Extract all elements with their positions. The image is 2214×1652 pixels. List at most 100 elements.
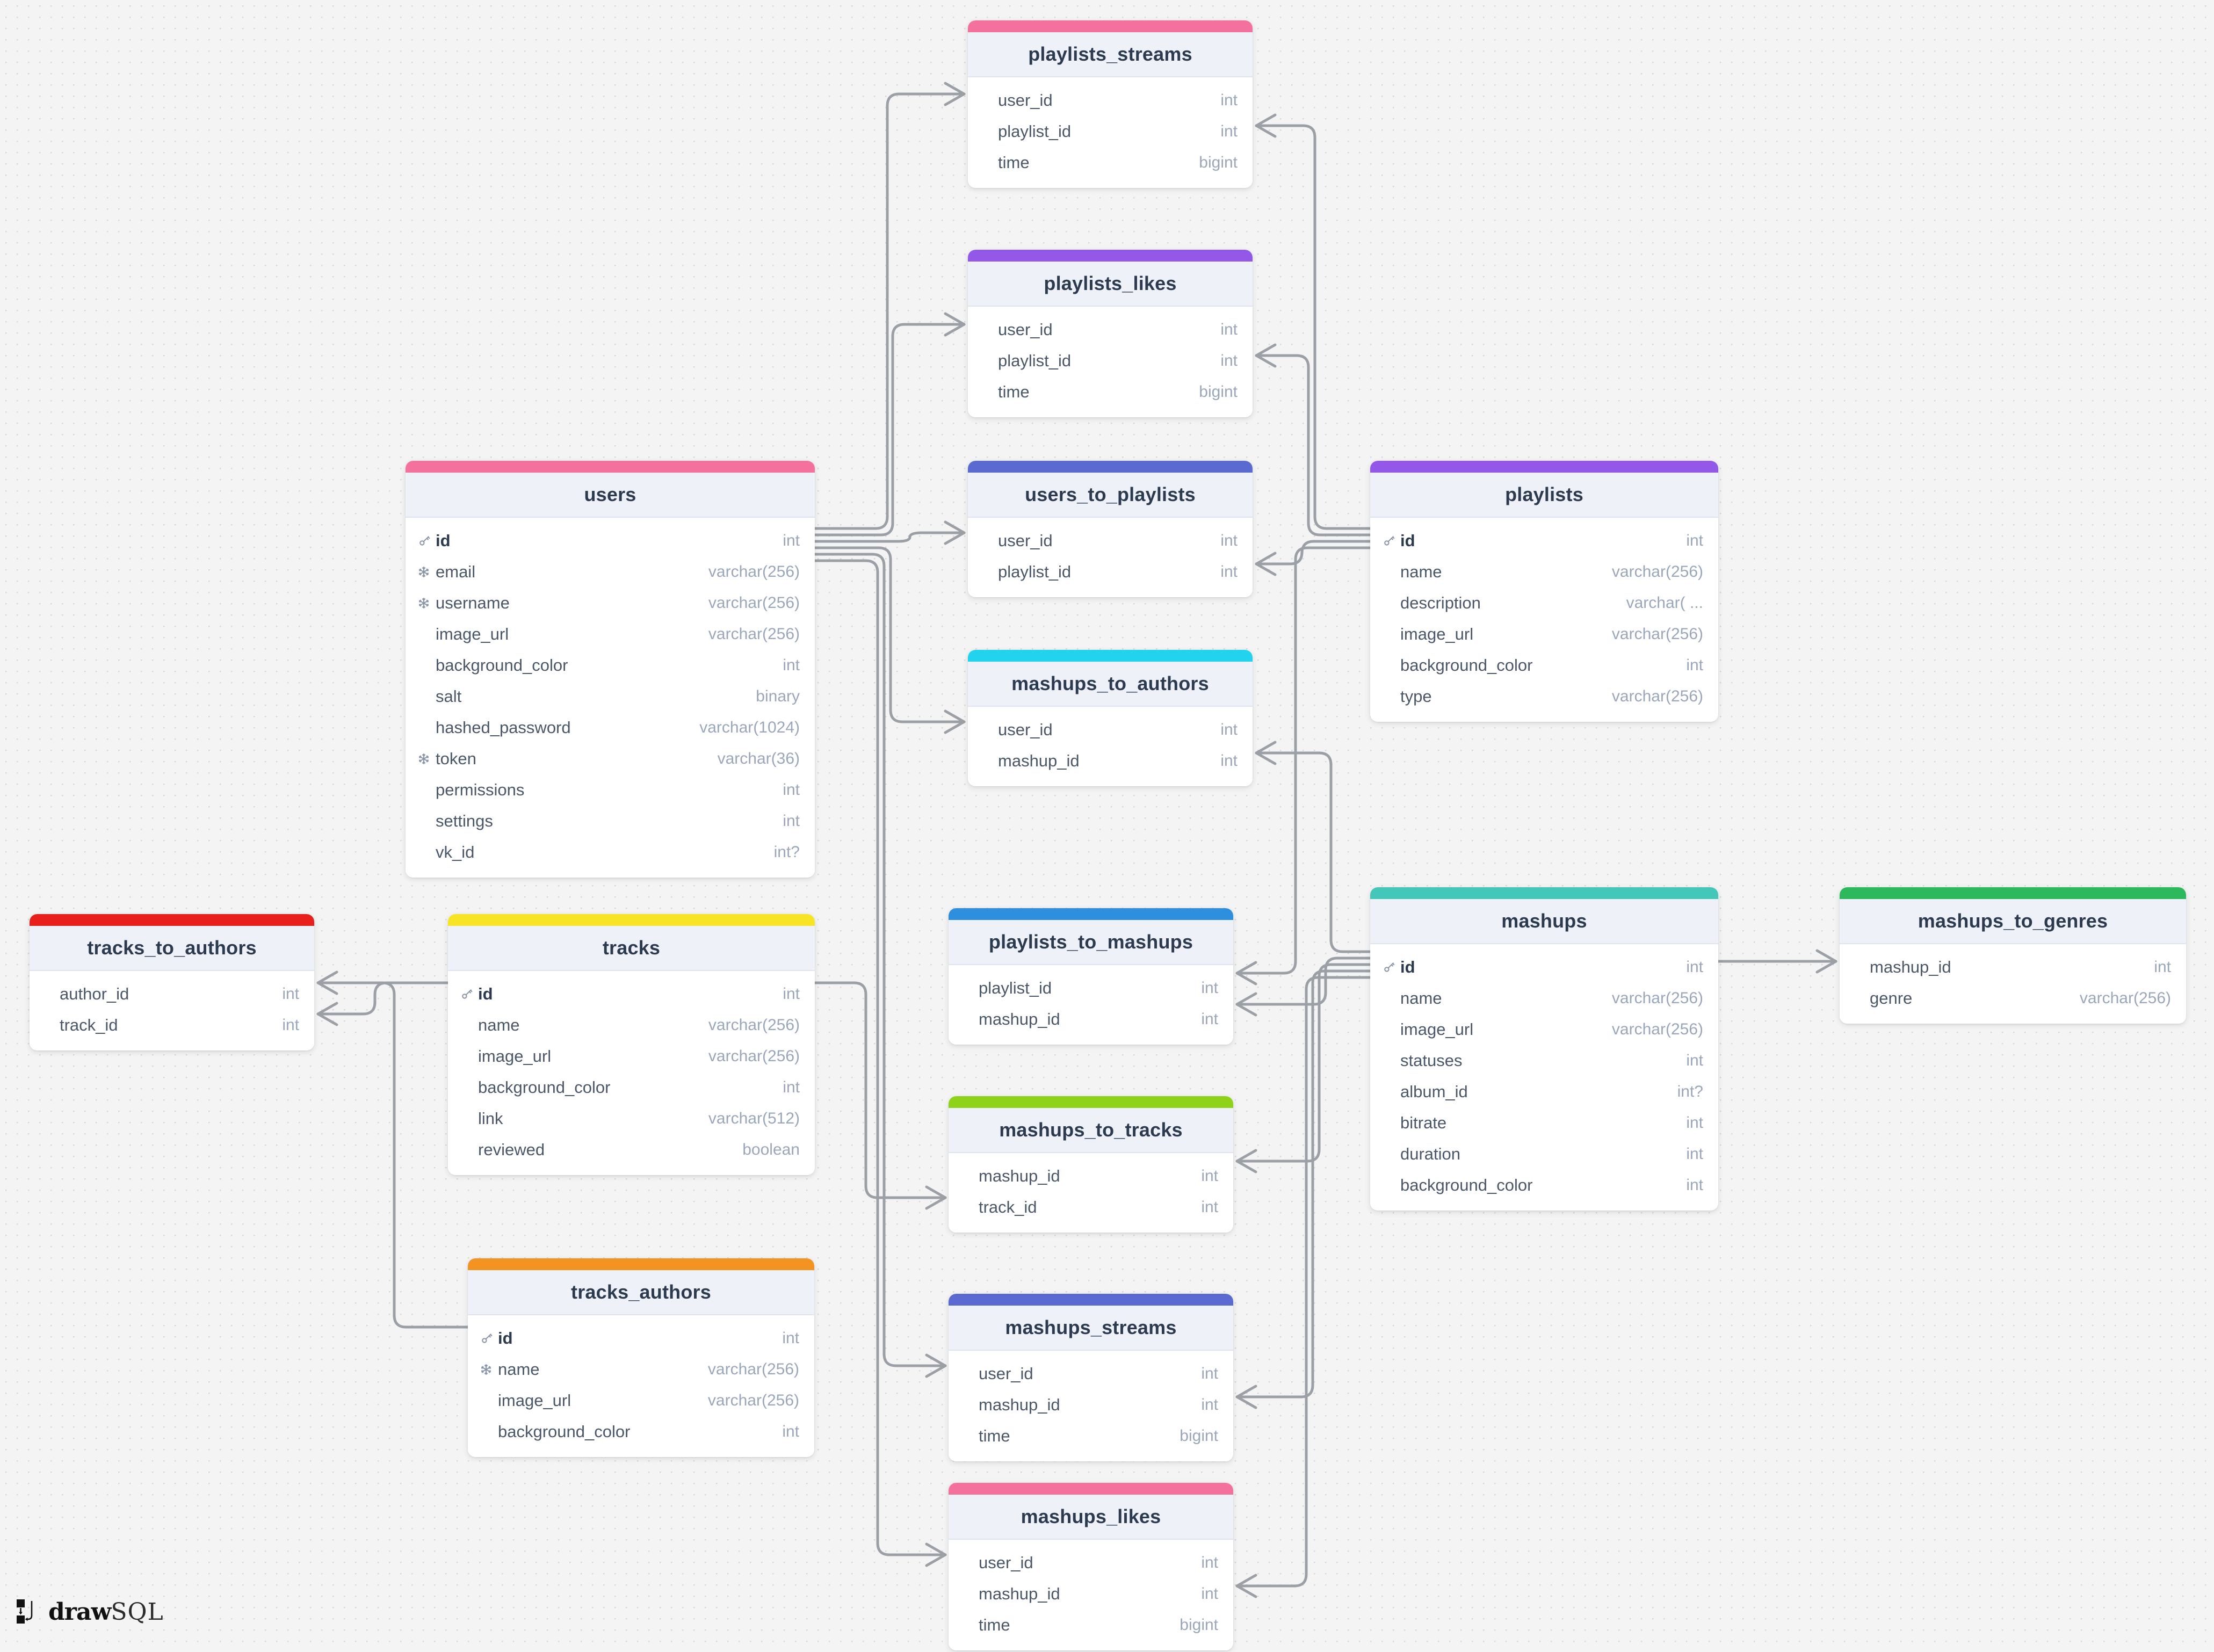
column-type: int (1201, 1365, 1218, 1382)
table-header[interactable]: mashups_to_genres (1840, 899, 2186, 944)
table-row[interactable]: id int (468, 1323, 814, 1354)
table-header[interactable]: playlists_likes (968, 262, 1253, 307)
table-tracks_to_authors[interactable]: tracks_to_authors author_id int track_id int (30, 914, 314, 1050)
table-header[interactable]: playlists_streams (968, 32, 1253, 77)
column-name: salt (436, 687, 462, 706)
table-row[interactable]: description varchar( ... (1370, 588, 1718, 619)
table-header[interactable]: mashups_to_tracks (949, 1108, 1233, 1153)
table-accent-bar (1840, 887, 2186, 899)
table-mashups_to_tracks[interactable]: mashups_to_tracks mashup_id int track_id int (949, 1096, 1233, 1233)
table-row[interactable]: time bigint (968, 147, 1253, 178)
table-row[interactable]: playlist_id int (949, 973, 1233, 1004)
table-row[interactable]: image_url varchar(256) (406, 619, 815, 650)
table-row[interactable]: genre varchar(256) (1840, 983, 2186, 1014)
table-playlists_streams[interactable]: playlists_streams user_id int playlist_id in… (968, 20, 1253, 188)
table-row[interactable]: author_id int (30, 979, 314, 1010)
table-row[interactable]: reviewed boolean (448, 1134, 815, 1165)
table-row[interactable]: image_url varchar(256) (468, 1385, 814, 1416)
table-row[interactable]: track_id int (30, 1010, 314, 1041)
table-header[interactable]: tracks_authors (468, 1270, 814, 1315)
column-name: image_url (436, 625, 509, 643)
table-row[interactable]: image_url varchar(256) (1370, 1014, 1718, 1045)
table-row[interactable]: user_id int (949, 1547, 1233, 1578)
table-row[interactable]: name varchar(256) (468, 1354, 814, 1385)
table-row[interactable]: name varchar(256) (1370, 983, 1718, 1014)
table-row[interactable]: mashup_id int (949, 1004, 1233, 1035)
table-row[interactable]: image_url varchar(256) (1370, 619, 1718, 650)
table-header[interactable]: mashups_likes (949, 1495, 1233, 1540)
column-type: bigint (1199, 154, 1238, 171)
table-row[interactable]: mashup_id int (1840, 952, 2186, 983)
table-row[interactable]: email varchar(256) (406, 556, 815, 588)
table-playlists_to_mashups[interactable]: playlists_to_mashups playlist_id int mashup… (949, 908, 1233, 1045)
table-row[interactable]: hashed_password varchar(1024) (406, 712, 815, 743)
column-type: int (1686, 1145, 1703, 1163)
table-mashups[interactable]: mashups id int name varchar(256) image_url var… (1370, 887, 1718, 1211)
table-header[interactable]: playlists_to_mashups (949, 920, 1233, 965)
table-row[interactable]: username varchar(256) (406, 588, 815, 619)
table-row[interactable]: type varchar(256) (1370, 681, 1718, 712)
table-header[interactable]: tracks_to_authors (30, 926, 314, 971)
table-row[interactable]: background_color int (468, 1416, 814, 1447)
table-tracks[interactable]: tracks id int name varchar(256) image_url varc… (448, 914, 815, 1175)
table-row[interactable]: user_id int (949, 1358, 1233, 1389)
table-row[interactable]: permissions int (406, 774, 815, 806)
table-tracks_authors[interactable]: tracks_authorsid int name varchar(256) image… (468, 1258, 814, 1457)
table-row[interactable]: user_id int (968, 85, 1253, 116)
table-row[interactable]: user_id int (968, 314, 1253, 345)
table-row[interactable]: id int (406, 525, 815, 556)
table-row[interactable]: time bigint (968, 376, 1253, 408)
table-row[interactable]: bitrate int (1370, 1107, 1718, 1139)
column-type: varchar(36) (717, 750, 800, 767)
table-users_to_playlists[interactable]: users_to_playlists user_id int playlist_id i… (968, 461, 1253, 597)
table-row[interactable]: background_color int (448, 1072, 815, 1103)
column-type: int (783, 781, 800, 799)
table-row[interactable]: settings int (406, 806, 815, 837)
table-header[interactable]: users_to_playlists (968, 473, 1253, 518)
table-row[interactable]: album_id int? (1370, 1076, 1718, 1107)
table-row[interactable]: mashup_id int (949, 1578, 1233, 1610)
table-header[interactable]: mashups_streams (949, 1306, 1233, 1351)
table-row[interactable]: background_color int (1370, 650, 1718, 681)
column-type: int (783, 656, 800, 674)
table-row[interactable]: playlist_id int (968, 345, 1253, 376)
table-header[interactable]: tracks (448, 926, 815, 971)
table-row[interactable]: salt binary (406, 681, 815, 712)
table-row[interactable]: user_id int (968, 525, 1253, 556)
table-row[interactable]: background_color int (406, 650, 815, 681)
table-row[interactable]: mashup_id int (949, 1389, 1233, 1421)
table-mashups_likes[interactable]: mashups_likes user_id int mashup_id int time b… (949, 1483, 1233, 1650)
table-row[interactable]: token varchar(36) (406, 743, 815, 774)
table-row[interactable]: time bigint (949, 1421, 1233, 1452)
table-row[interactable]: name varchar(256) (448, 1010, 815, 1041)
table-row[interactable]: user_id int (968, 714, 1253, 745)
table-row[interactable]: playlist_id int (968, 116, 1253, 147)
table-mashups_to_genres[interactable]: mashups_to_genres mashup_id int genre varcha… (1840, 887, 2186, 1024)
table-row[interactable]: mashup_id int (968, 745, 1253, 777)
table-row[interactable]: id int (448, 979, 815, 1010)
table-row[interactable]: duration int (1370, 1139, 1718, 1170)
table-row[interactable]: statuses int (1370, 1045, 1718, 1076)
table-playlists_likes[interactable]: playlists_likes user_id int playlist_id int t… (968, 250, 1253, 417)
table-row[interactable]: background_color int (1370, 1170, 1718, 1201)
table-mashups_streams[interactable]: mashups_streams user_id int mashup_id int tim… (949, 1294, 1233, 1461)
table-mashups_to_authors[interactable]: mashups_to_authors user_id int mashup_id int (968, 650, 1253, 786)
table-row[interactable]: track_id int (949, 1192, 1233, 1223)
table-header[interactable]: mashups (1370, 899, 1718, 944)
table-row[interactable]: playlist_id int (968, 556, 1253, 588)
table-row[interactable]: link varchar(512) (448, 1103, 815, 1134)
table-users[interactable]: users id int email varchar(256) username varch… (406, 461, 815, 878)
table-header[interactable]: mashups_to_authors (968, 662, 1253, 707)
table-row[interactable]: image_url varchar(256) (448, 1041, 815, 1072)
table-row[interactable]: name varchar(256) (1370, 556, 1718, 588)
table-accent-bar (949, 908, 1233, 920)
table-row[interactable]: vk_id int? (406, 837, 815, 868)
table-row[interactable]: id int (1370, 952, 1718, 983)
table-header[interactable]: users (406, 473, 815, 518)
column-name: image_url (1400, 1020, 1474, 1039)
table-header[interactable]: playlists (1370, 473, 1718, 518)
table-playlists[interactable]: playlists id int name varchar(256) descriptio… (1370, 461, 1718, 722)
table-row[interactable]: mashup_id int (949, 1161, 1233, 1192)
table-row[interactable]: id int (1370, 525, 1718, 556)
table-row[interactable]: time bigint (949, 1610, 1233, 1641)
